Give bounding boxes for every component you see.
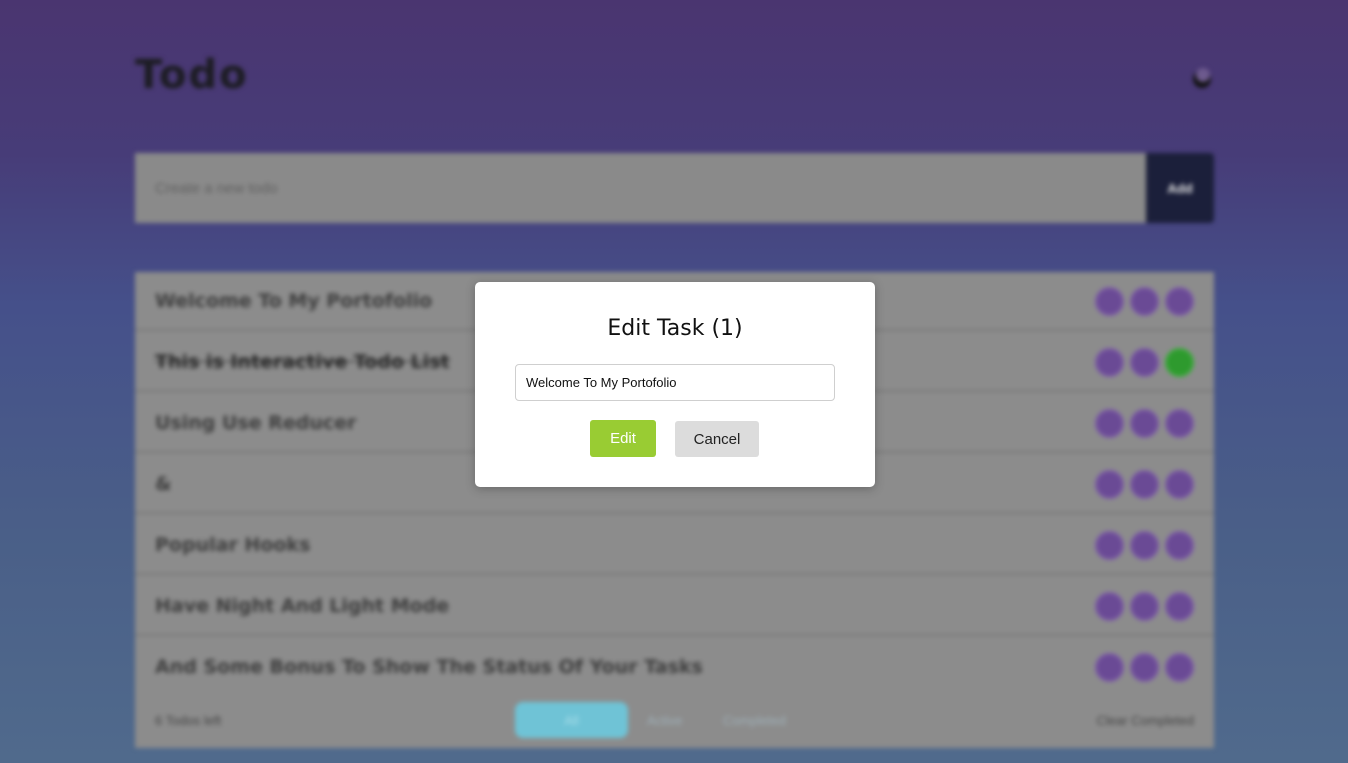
delete-icon[interactable] <box>1130 653 1159 682</box>
delete-icon[interactable] <box>1130 409 1159 438</box>
filter-all[interactable]: All <box>515 702 628 738</box>
todo-item[interactable]: Have Night And Light Mode <box>135 577 1214 636</box>
delete-icon[interactable] <box>1130 531 1159 560</box>
todo-text: This is Interactive Todo List <box>155 350 450 373</box>
todo-text: And Some Bonus To Show The Status Of You… <box>155 655 703 678</box>
check-icon[interactable] <box>1165 531 1194 560</box>
check-icon[interactable] <box>1165 409 1194 438</box>
filter-active[interactable]: Active <box>647 713 682 728</box>
edit-icon[interactable] <box>1095 348 1124 377</box>
check-icon[interactable] <box>1165 592 1194 621</box>
clear-completed-button[interactable]: Clear Completed <box>1096 713 1194 728</box>
todo-text: & <box>155 472 172 495</box>
todo-actions <box>1095 592 1194 621</box>
todo-text: Have Night And Light Mode <box>155 594 450 617</box>
delete-icon[interactable] <box>1130 287 1159 316</box>
edit-button[interactable]: Edit <box>590 420 656 457</box>
todo-actions <box>1095 531 1194 560</box>
todo-actions <box>1095 287 1194 316</box>
check-icon[interactable] <box>1165 287 1194 316</box>
modal-title: Edit Task (1) <box>607 316 743 341</box>
todo-actions <box>1095 409 1194 438</box>
delete-icon[interactable] <box>1130 348 1159 377</box>
edit-icon[interactable] <box>1095 653 1124 682</box>
edit-task-modal: Edit Task (1) Edit Cancel <box>475 282 875 487</box>
edit-icon[interactable] <box>1095 409 1124 438</box>
todo-actions <box>1095 470 1194 499</box>
todo-text: Using Use Reducer <box>155 411 357 434</box>
edit-icon[interactable] <box>1095 531 1124 560</box>
check-icon[interactable] <box>1165 348 1194 377</box>
delete-icon[interactable] <box>1130 470 1159 499</box>
todo-actions <box>1095 653 1194 682</box>
todo-actions <box>1095 348 1194 377</box>
delete-icon[interactable] <box>1130 592 1159 621</box>
moon-icon[interactable] <box>1193 68 1211 88</box>
todo-item[interactable]: Popular Hooks <box>135 516 1214 575</box>
edit-icon[interactable] <box>1095 592 1124 621</box>
edit-icon[interactable] <box>1095 287 1124 316</box>
todo-text: Welcome To My Portofolio <box>155 289 433 312</box>
new-todo-input[interactable]: Create a new todo <box>135 153 1146 223</box>
check-icon[interactable] <box>1165 653 1194 682</box>
todo-text: Popular Hooks <box>155 533 311 556</box>
app-title: Todo <box>135 52 249 98</box>
filter-completed[interactable]: Completed <box>723 713 786 728</box>
check-icon[interactable] <box>1165 470 1194 499</box>
edit-icon[interactable] <box>1095 470 1124 499</box>
cancel-button[interactable]: Cancel <box>675 421 759 457</box>
todo-footer: 6 Todos left All Active Completed Clear … <box>135 692 1214 748</box>
edit-task-input[interactable] <box>515 364 835 401</box>
items-left-count: 6 Todos left <box>155 712 222 728</box>
todo-item[interactable]: And Some Bonus To Show The Status Of You… <box>135 638 1214 697</box>
add-button[interactable]: Add <box>1146 153 1214 223</box>
